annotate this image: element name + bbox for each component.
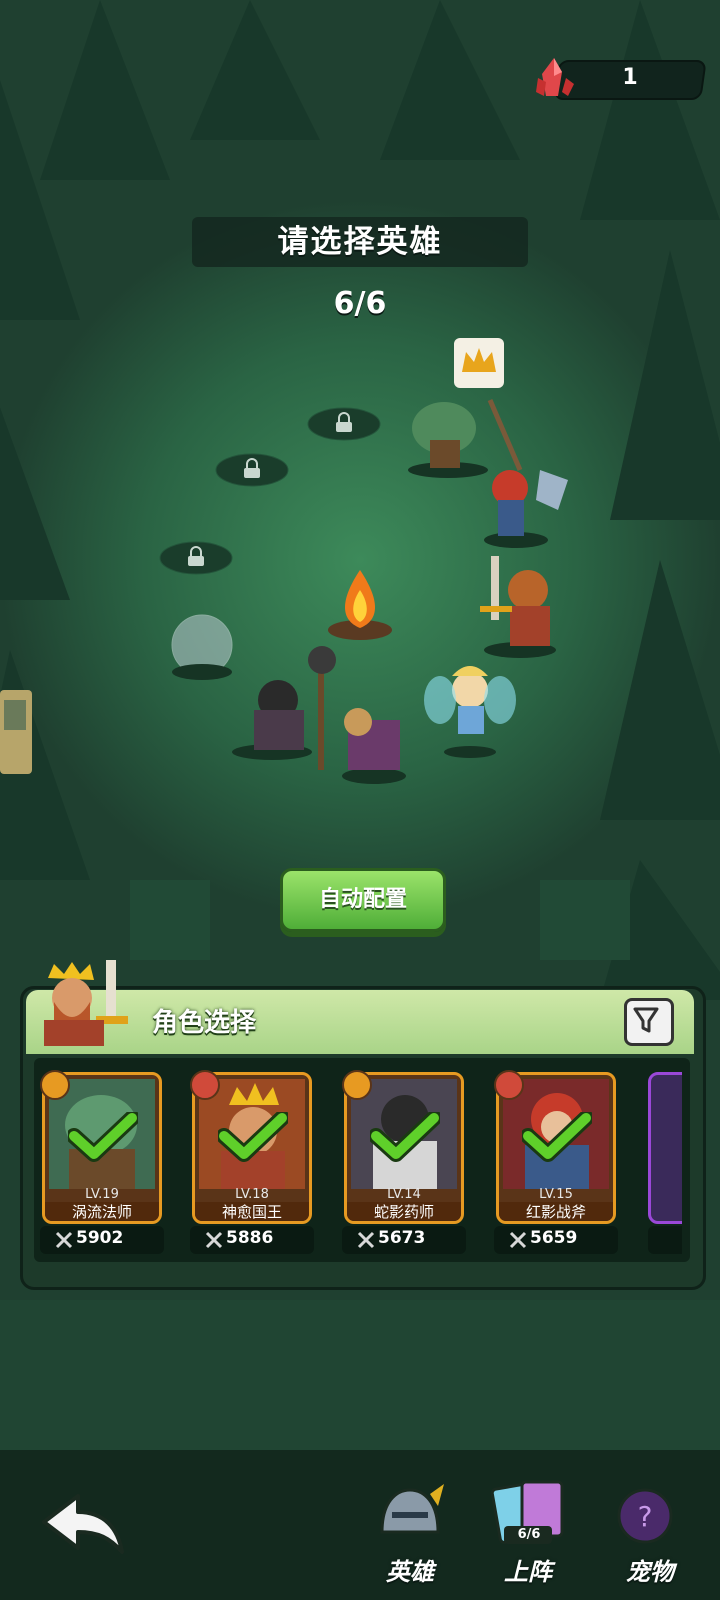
crossed-swords-icon <box>509 1231 527 1249</box>
hero-power: 5902 <box>76 1228 124 1248</box>
dumbbell-icon <box>494 1070 524 1100</box>
panel-title: 角色选择 <box>152 1008 257 1038</box>
crossed-swords-icon <box>357 1231 375 1249</box>
hero-power: 5886 <box>226 1228 274 1248</box>
hero-power: 5659 <box>530 1228 578 1248</box>
crossed-swords-icon <box>205 1231 223 1249</box>
pet-egg-icon: ? <box>617 1488 673 1544</box>
hero-name: 涡流法师 <box>45 1202 159 1221</box>
crystal-count: 1 <box>622 65 638 90</box>
dumbbell-icon <box>190 1070 220 1100</box>
hero-card[interactable]: LV.15 红影战斧 5659 <box>494 1070 618 1254</box>
selected-check-icon <box>522 1112 592 1162</box>
hero-level: LV.18 <box>235 1187 269 1202</box>
red-crystal-icon <box>536 58 574 96</box>
hero-level: LV.15 <box>539 1187 573 1202</box>
hero-card[interactable]: LV.14 蛇影药师 5673 <box>342 1070 466 1254</box>
svg-text:?: ? <box>638 1500 653 1533</box>
hero-card-partial[interactable] <box>648 1072 682 1254</box>
hero-name: 蛇影药师 <box>347 1202 461 1221</box>
king-portrait-icon <box>44 960 128 1046</box>
selection-count: 6/6 <box>333 286 387 321</box>
auto-configure-button[interactable]: 自动配置 <box>280 868 446 932</box>
hero-level: LV.19 <box>85 1187 119 1202</box>
lightning-icon <box>40 1070 70 1100</box>
hero-card[interactable]: LV.18 神愈国王 5886 <box>190 1070 314 1254</box>
nav-pets[interactable]: 宠物 <box>600 1552 700 1587</box>
selected-check-icon <box>218 1112 288 1162</box>
hero-name: 神愈国王 <box>195 1202 309 1221</box>
filter-icon <box>633 1007 659 1033</box>
hero-power: 5673 <box>378 1228 426 1248</box>
hero-card[interactable]: LV.19 涡流法师 5902 <box>40 1070 164 1254</box>
hero-level: LV.14 <box>387 1187 421 1202</box>
selected-check-icon <box>68 1112 138 1162</box>
lightning-icon <box>342 1070 372 1100</box>
helmet-icon <box>380 1484 444 1534</box>
nav-deploy[interactable]: 上阵 <box>478 1552 578 1587</box>
page-title: 请选择英雄 <box>192 217 528 267</box>
back-arrow-icon[interactable] <box>38 1490 128 1556</box>
deploy-count-badge: 6/6 <box>517 1527 541 1542</box>
hero-name: 红影战斧 <box>499 1202 613 1221</box>
filter-button[interactable] <box>624 998 674 1046</box>
crossed-swords-icon <box>55 1231 73 1249</box>
nav-heroes[interactable]: 英雄 <box>360 1552 460 1587</box>
selected-check-icon <box>370 1112 440 1162</box>
